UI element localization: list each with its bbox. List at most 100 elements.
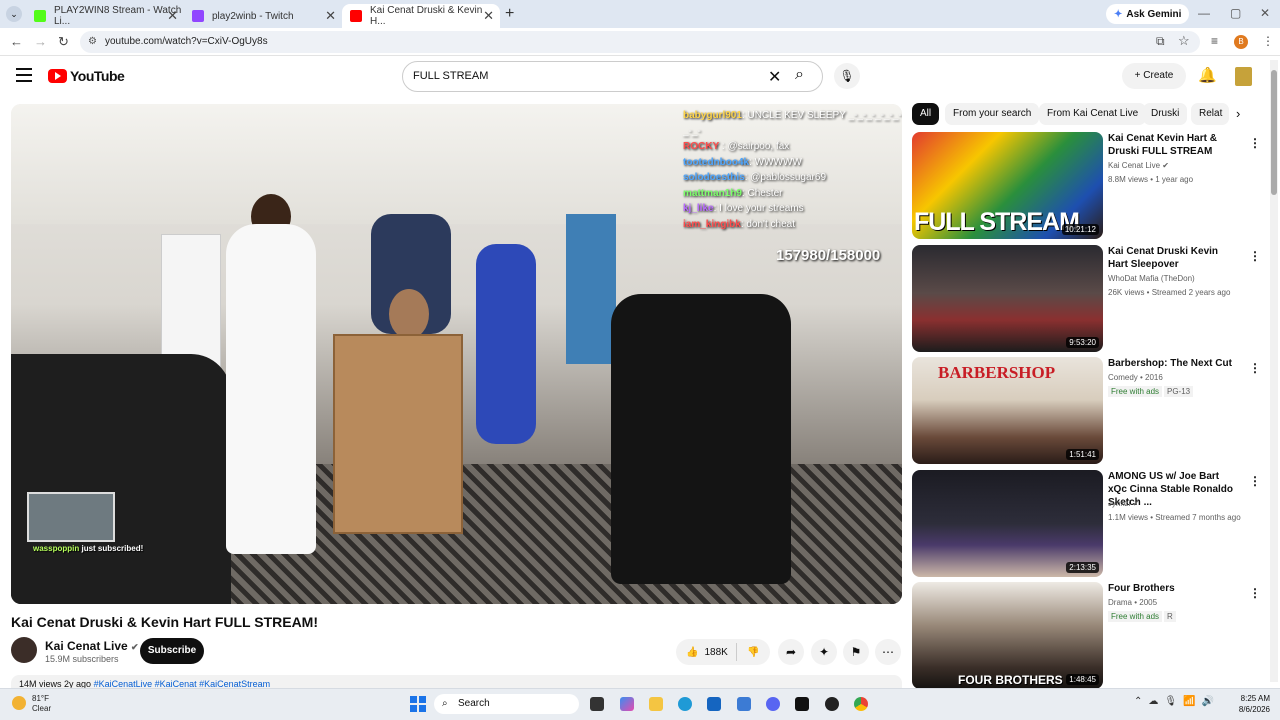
rec-title[interactable]: Kai Cenat Druski Kevin Hart Sleepover bbox=[1108, 245, 1240, 271]
account-avatar[interactable] bbox=[1235, 67, 1252, 86]
create-button[interactable]: + Create bbox=[1122, 63, 1186, 89]
recommended-movie[interactable]: BARBERSHOP 1:51:41 Barbershop: The Next … bbox=[912, 357, 1267, 465]
reload-icon[interactable]: ↻ bbox=[58, 34, 69, 50]
rec-channel[interactable]: WhoDat Mafia (TheDon) bbox=[1108, 274, 1195, 283]
recommended-video[interactable]: 9:53:20 Kai Cenat Druski Kevin Hart Slee… bbox=[912, 245, 1267, 353]
rec-genre-year: Drama • 2005 bbox=[1108, 598, 1158, 607]
clock-date: 8/6/2026 bbox=[1238, 705, 1270, 714]
channel-name[interactable]: Kai Cenat Live ✔ bbox=[45, 639, 139, 653]
windows-start-icon[interactable] bbox=[410, 696, 426, 712]
chat-user: babygurl901 bbox=[683, 110, 742, 121]
channel-avatar[interactable] bbox=[11, 637, 37, 663]
chrome-icon[interactable] bbox=[854, 697, 868, 711]
outlook-icon[interactable] bbox=[737, 697, 751, 711]
file-explorer-icon[interactable] bbox=[649, 697, 663, 711]
back-icon[interactable]: ← bbox=[10, 34, 23, 49]
clear-search-icon[interactable]: ✕ bbox=[768, 67, 781, 87]
close-tab-icon[interactable]: ✕ bbox=[325, 8, 336, 24]
video-duration: 10:21:12 bbox=[1061, 224, 1099, 235]
minimize-window-icon[interactable]: — bbox=[1198, 6, 1210, 20]
rec-title[interactable]: Barbershop: The Next Cut bbox=[1108, 357, 1240, 370]
tab-search-dropdown[interactable]: ⌄ bbox=[6, 6, 22, 22]
chevron-right-icon[interactable]: › bbox=[1236, 106, 1240, 121]
notifications-bell-icon[interactable]: 🔔 bbox=[1198, 66, 1217, 84]
voice-search-icon[interactable]: 🎙 bbox=[834, 63, 860, 89]
bookmark-star-icon[interactable]: ☆ bbox=[1178, 33, 1190, 49]
media-controls-icon[interactable]: ≡ bbox=[1211, 34, 1218, 48]
tab-youtube-active[interactable]: Kai Cenat Druski & Kevin H... ✕ bbox=[342, 4, 500, 28]
scrollbar-thumb[interactable] bbox=[1271, 70, 1277, 195]
search-input[interactable]: FULL STREAM bbox=[402, 61, 823, 92]
taskbar-search-label: Search bbox=[458, 698, 490, 709]
hamburger-menu-icon[interactable] bbox=[16, 68, 32, 86]
video-duration: 1:48:45 bbox=[1066, 674, 1099, 685]
new-tab-icon[interactable]: + bbox=[505, 5, 514, 23]
more-options-icon[interactable]: ⋮ bbox=[1249, 249, 1261, 263]
chip-from-your-search[interactable]: From your search bbox=[945, 103, 1040, 125]
video-thumbnail[interactable]: BARBERSHOP 1:51:41 bbox=[912, 357, 1103, 464]
camera-inset bbox=[27, 492, 115, 542]
chip-druski[interactable]: Druski bbox=[1143, 103, 1188, 125]
tab-play2win8-kick[interactable]: PLAY2WIN8 Stream - Watch Li... ✕ bbox=[26, 4, 184, 28]
obs-icon[interactable] bbox=[825, 697, 839, 711]
browser-menu-icon[interactable]: ⋮ bbox=[1262, 34, 1274, 48]
edge-icon[interactable] bbox=[678, 697, 692, 711]
install-app-icon[interactable]: ⧉ bbox=[1156, 34, 1165, 49]
save-bookmark-icon[interactable]: ⚑ bbox=[843, 639, 869, 665]
more-actions-icon[interactable]: ⋯ bbox=[875, 639, 901, 665]
share-icon[interactable]: ➦ bbox=[778, 639, 804, 665]
search-icon[interactable]: ⌕ bbox=[795, 66, 804, 84]
maximize-window-icon[interactable]: ▢ bbox=[1230, 6, 1241, 20]
system-tray-icons[interactable]: ⌃☁🎙📶🔊 bbox=[1134, 696, 1220, 707]
subscribe-button[interactable]: Subscribe bbox=[140, 638, 204, 664]
more-options-icon[interactable]: ⋮ bbox=[1249, 361, 1261, 375]
url-input[interactable]: youtube.com/watch?v=CxiV-OgUy8s bbox=[80, 31, 1200, 53]
like-button[interactable]: 👍 188K bbox=[676, 647, 736, 658]
rec-channel[interactable]: Jynxzi ✔ bbox=[1108, 499, 1139, 508]
chip-from-kai-cenat-live[interactable]: From Kai Cenat Live bbox=[1039, 103, 1147, 125]
ask-gemini-button[interactable]: ✦ Ask Gemini bbox=[1106, 4, 1190, 24]
task-view-icon[interactable] bbox=[590, 697, 604, 711]
recommended-movie[interactable]: FOUR BROTHERS 1:48:45 Four Brothers Dram… bbox=[912, 582, 1267, 690]
discord-icon[interactable] bbox=[766, 697, 780, 711]
verified-badge-icon: ✔ bbox=[1132, 499, 1140, 508]
rec-channel[interactable]: Kai Cenat Live ✔ bbox=[1108, 161, 1169, 170]
youtube-logo[interactable]: YouTube bbox=[48, 68, 125, 84]
rec-title[interactable]: Kai Cenat Kevin Hart & Druski FULL STREA… bbox=[1108, 132, 1240, 158]
video-thumbnail[interactable]: FULL STREAM 10:21:12 bbox=[912, 132, 1103, 239]
video-thumbnail[interactable]: FOUR BROTHERS 1:48:45 bbox=[912, 582, 1103, 689]
taskbar-search[interactable]: ⌕ Search bbox=[434, 694, 579, 714]
close-window-icon[interactable]: ✕ bbox=[1260, 6, 1270, 20]
scene-gaming-chair bbox=[611, 294, 791, 584]
site-info-icon[interactable]: ⚙ bbox=[88, 36, 97, 47]
weather-widget[interactable]: 81°F Clear bbox=[12, 694, 72, 718]
more-options-icon[interactable]: ⋮ bbox=[1249, 586, 1261, 600]
chip-all[interactable]: All bbox=[912, 103, 940, 125]
video-duration: 2:13:35 bbox=[1066, 562, 1099, 573]
video-thumbnail[interactable]: 2:13:35 bbox=[912, 470, 1103, 577]
store-icon[interactable] bbox=[707, 697, 721, 711]
app-icon[interactable] bbox=[795, 697, 809, 711]
tab-play2winb-twitch[interactable]: play2winb - Twitch ✕ bbox=[184, 4, 342, 28]
close-tab-icon[interactable]: ✕ bbox=[483, 8, 494, 24]
more-options-icon[interactable]: ⋮ bbox=[1249, 474, 1261, 488]
copilot-icon[interactable] bbox=[620, 697, 634, 711]
profile-avatar[interactable]: B bbox=[1234, 35, 1248, 49]
dislike-button[interactable]: 👎 bbox=[737, 647, 759, 658]
description-box[interactable]: 14M views 2y ago #KaiCenatLive #KaiCenat… bbox=[11, 675, 902, 689]
close-tab-icon[interactable]: ✕ bbox=[167, 8, 178, 24]
rec-title[interactable]: Four Brothers bbox=[1108, 582, 1240, 595]
sub-goal-counter: 157980/158000 bbox=[776, 247, 881, 264]
recommended-video[interactable]: 2:13:35 AMONG US w/ Joe Bart xQc Cinna S… bbox=[912, 470, 1267, 578]
chip-related[interactable]: Relat bbox=[1191, 103, 1229, 125]
ask-ai-sparkle-icon[interactable]: ✦ bbox=[811, 639, 837, 665]
recommended-video[interactable]: FULL STREAM 10:21:12 Kai Cenat Kevin Har… bbox=[912, 132, 1267, 240]
youtube-favicon-icon bbox=[350, 10, 362, 22]
forward-icon[interactable]: → bbox=[34, 34, 47, 49]
chat-text: WWWWW bbox=[754, 156, 802, 168]
taskbar-clock[interactable]: 8:25 AM 8/6/2026 bbox=[1224, 693, 1270, 715]
verified-badge-icon: ✔ bbox=[131, 642, 139, 652]
video-player[interactable]: babygurl901: UNCLE KEV SLEEPY _-_-_-_-_-… bbox=[11, 104, 902, 604]
video-thumbnail[interactable]: 9:53:20 bbox=[912, 245, 1103, 352]
more-options-icon[interactable]: ⋮ bbox=[1249, 136, 1261, 150]
